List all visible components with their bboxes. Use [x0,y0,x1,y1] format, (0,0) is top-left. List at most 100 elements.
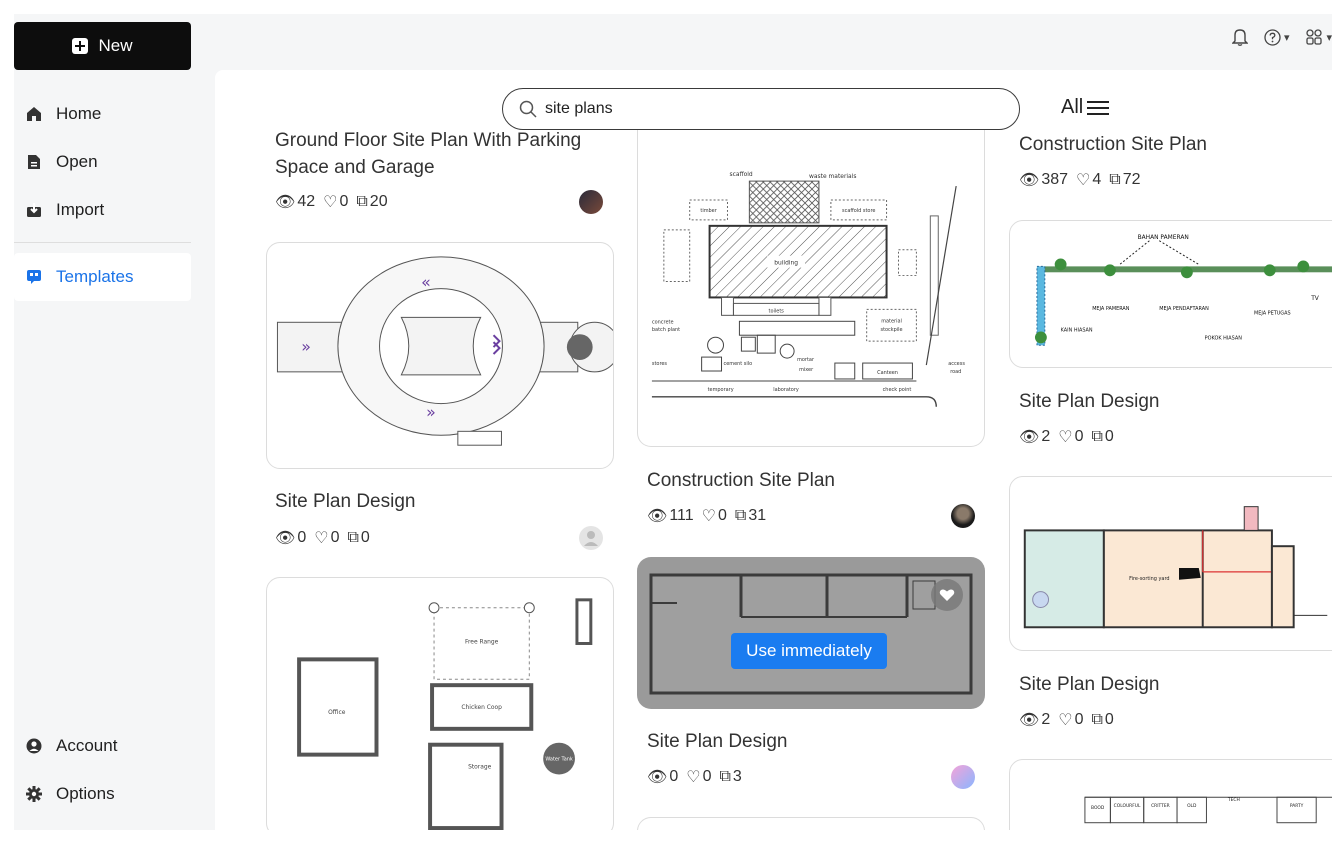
heart-icon: ♡ [701,508,716,525]
heart-icon: ♡ [314,530,329,547]
template-title[interactable]: Site Plan Design [647,728,787,755]
diagram-label: building [774,260,798,267]
sidebar-item-templates[interactable]: Templates [14,253,191,301]
sidebar-item-options[interactable]: Options [14,770,191,818]
views-count: 111 [669,507,694,524]
template-stats: 👁 2 ♡ 0 ⧉ 0 [1019,427,1118,447]
likes-count: 0 [339,193,349,210]
views-stat: 👁 387 [1019,170,1068,190]
diagram-label: check point [883,387,912,393]
search-input[interactable] [545,100,985,118]
template-title[interactable]: Construction Site Plan [647,467,835,494]
diagram-label: Water Tank [545,757,573,763]
template-thumbnail: BOOD COLOURFUL CRITTER OLD TECH PARTY [1084,796,1332,824]
eye-icon: 👁 [647,508,668,525]
diagram-label: COLOURFUL [1114,803,1141,809]
copy-icon: ⧉ [1091,428,1103,445]
likes-stat: ♡ 0 [702,506,727,526]
diagram-label: Free Range [465,638,499,645]
diagram-label: stockpile [880,327,902,333]
diagram-label: mortar [797,357,815,363]
copy-icon: ⧉ [1109,171,1121,188]
copy-icon: ⧉ [347,529,359,546]
diagram-label: POKOK HIASAN [1205,335,1243,341]
template-thumbnail: « » » [276,256,613,446]
views-stat: 👁 42 [275,192,315,212]
template-title[interactable]: Site Plan Design [1019,671,1159,698]
diagram-label: OLD [1187,803,1197,809]
use-immediately-button[interactable]: Use immediately [731,633,887,669]
diagram-label: road [950,369,961,375]
diagram-label: stores [652,361,668,367]
template-card[interactable]: « » » [266,242,614,469]
filter-dropdown[interactable]: All [1061,96,1110,119]
new-button[interactable]: New [14,22,191,70]
diagram-label: scaffold store [842,208,875,214]
sidebar-bottom: Account Options [14,722,191,818]
copies-count: 0 [1104,711,1114,728]
eye-icon: 👁 [1019,712,1040,729]
sidebar-item-import[interactable]: Import [14,186,191,234]
template-card[interactable]: Free Range Chicken Coop Office Storage W… [266,577,614,830]
copies-stat: ⧉ 3 [719,768,741,786]
template-card[interactable]: BOOD COLOURFUL CRITTER OLD TECH PARTY [1009,759,1332,830]
eye-icon: 👁 [1019,172,1040,189]
likes-stat: ♡ 0 [1058,710,1083,730]
template-stats: 👁 387 ♡ 4 ⧉ 72 [1019,170,1145,190]
sidebar-item-label: Open [56,152,98,171]
sidebar-item-account[interactable]: Account [14,722,191,770]
likes-count: 4 [1092,171,1102,188]
copies-count: 0 [1104,428,1114,445]
template-card[interactable] [637,817,985,830]
template-title[interactable]: Construction Site Plan [1019,131,1207,158]
template-title[interactable]: Site Plan Design [275,488,415,515]
author-avatar[interactable] [579,190,603,214]
diagram-label: toilets [769,308,785,314]
diagram-label: MEJA PETUGAS [1254,311,1291,317]
favorite-button[interactable] [931,579,963,611]
template-card-hovered[interactable]: Use immediately [637,557,985,709]
template-title[interactable]: Site Plan Design [1019,388,1159,415]
views-stat: 👁 0 [647,767,678,787]
home-icon [27,107,41,121]
new-button-label: New [98,36,133,55]
diagram-label: mixer [799,367,814,373]
copies-stat: ⧉ 72 [1109,171,1140,189]
menu-icon [1087,100,1110,115]
user-icon [584,531,598,546]
diagram-label: PARTY [1290,803,1304,809]
diagram-label: temporary [708,387,734,393]
likes-stat: ♡ 0 [686,767,711,787]
help-button[interactable]: ▾ [1264,28,1289,46]
template-card[interactable]: Fire-sorting yard [1009,476,1332,651]
diagram-label: BAHAN PAMERAN [1138,235,1189,241]
heart-icon: ♡ [1076,172,1091,189]
diagram-label: Chicken Coop [461,704,502,711]
arrow-marker: « [421,273,431,292]
arrow-marker: » [301,337,311,356]
views-count: 387 [1041,171,1069,188]
likes-stat: ♡ 0 [323,192,348,212]
author-avatar[interactable] [579,526,603,550]
views-stat: 👁 0 [275,528,306,548]
author-avatar[interactable] [951,504,975,528]
diagram-label: Office [328,709,346,716]
template-title[interactable]: Ground Floor Site Plan With Parking Spac… [275,127,581,181]
template-stats: 👁 0 ♡ 0 ⧉ 0 [275,528,374,548]
notification-button[interactable] [1231,28,1248,46]
views-count: 2 [1041,711,1051,728]
sidebar-item-label: Import [56,200,105,219]
template-thumbnail: Fire-sorting yard [1023,506,1328,629]
diagram-label: Canteen [877,370,898,376]
template-card[interactable]: BAHAN PAMERAN MEJA PAMERAN MEJA PENDAFTA… [1009,220,1332,368]
author-avatar[interactable] [951,765,975,789]
diagram-label: MEJA PENDAFTARAN [1159,306,1209,312]
template-card[interactable]: scaffold waste materials timber scaffold… [637,126,985,447]
copy-icon: ⧉ [356,193,368,210]
views-count: 0 [669,768,679,785]
templates-icon [27,270,41,284]
sidebar-item-home[interactable]: Home [14,90,191,138]
sidebar-item-open[interactable]: Open [14,138,191,186]
heart-icon [939,589,955,601]
apps-button[interactable]: ▾ [1305,28,1332,46]
